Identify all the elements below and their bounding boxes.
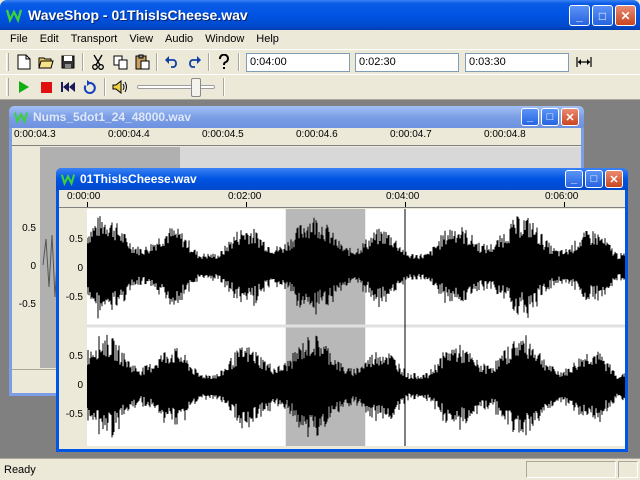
status-panel: [526, 461, 616, 478]
toolbar-grip[interactable]: [6, 53, 9, 71]
front-window-minimize-button[interactable]: _: [565, 170, 583, 188]
ruler-label: 0:04:00: [386, 191, 420, 202]
front-window-close-button[interactable]: ✕: [605, 170, 623, 188]
selection-start-field[interactable]: 0:02:30: [355, 52, 459, 72]
help-button[interactable]: [213, 51, 235, 73]
y-label: -0.5: [65, 409, 83, 420]
y-label: 0: [77, 380, 83, 391]
back-window-title: Nums_5dot1_24_48000.wav: [33, 110, 192, 124]
menu-file[interactable]: File: [4, 33, 34, 45]
y-label: 0: [30, 261, 36, 272]
menu-edit[interactable]: Edit: [34, 33, 65, 45]
menu-transport[interactable]: Transport: [65, 33, 124, 45]
fit-width-button[interactable]: [573, 51, 595, 73]
new-file-button[interactable]: [13, 51, 35, 73]
y-label: 0.5: [69, 234, 83, 245]
fit-width-arrows-icon: [576, 57, 592, 67]
redo-button[interactable]: [183, 51, 205, 73]
back-window-minimize-button[interactable]: _: [521, 108, 539, 126]
redo-arrow-icon: [189, 56, 201, 68]
ruler-label: 0:02:00: [228, 191, 262, 202]
y-label: 0: [77, 263, 83, 274]
back-window-close-button[interactable]: ✕: [561, 108, 579, 126]
play-icon: [19, 81, 29, 93]
minimize-button[interactable]: _: [569, 5, 590, 26]
toolbar-grip[interactable]: [6, 78, 9, 96]
y-label: -0.5: [65, 292, 83, 303]
loop-button[interactable]: [79, 76, 101, 98]
waveshop-app-icon: [6, 9, 22, 23]
front-waveform-area[interactable]: [86, 209, 631, 446]
front-amplitude-axis: 0.5 0 -0.5 0.5 0 -0.5: [59, 209, 87, 446]
open-file-button[interactable]: [35, 51, 57, 73]
front-waveform: [86, 209, 631, 446]
menu-window[interactable]: Window: [199, 33, 250, 45]
volume-button[interactable]: [109, 76, 131, 98]
back-window-maximize-button[interactable]: □: [541, 108, 559, 126]
undo-button[interactable]: [161, 51, 183, 73]
ruler-label: 0:00:04.5: [202, 129, 244, 140]
rewind-icon: [61, 82, 75, 92]
new-file-icon: [17, 54, 31, 70]
ruler-label: 0:06:00: [545, 191, 579, 202]
status-text: Ready: [4, 463, 36, 476]
back-window-title-bar[interactable]: Nums_5dot1_24_48000.wav _ □ ✕: [9, 106, 584, 128]
rewind-button[interactable]: [57, 76, 79, 98]
loop-icon: [83, 79, 96, 94]
front-audio-window[interactable]: 01ThisIsCheese.wav _ □ ✕ 0:00:00 0:02:00…: [56, 168, 631, 452]
menu-help[interactable]: Help: [250, 33, 285, 45]
volume-slider[interactable]: [137, 78, 215, 97]
save-disk-icon: [61, 55, 75, 69]
menu-bar: File Edit Transport View Audio Window He…: [0, 30, 640, 48]
undo-arrow-icon: [165, 56, 177, 68]
transport-toolbar: [0, 74, 640, 100]
status-resize-grip[interactable]: [618, 461, 638, 478]
back-time-ruler[interactable]: 0:00:04.3 0:00:04.4 0:00:04.5 0:00:04.6 …: [12, 128, 581, 146]
scissors-icon: [92, 54, 104, 70]
volume-slider-thumb[interactable]: [191, 78, 201, 97]
y-label: 0.5: [69, 351, 83, 362]
y-label: 0.5: [22, 223, 36, 234]
app-title: WaveShop - 01ThisIsCheese.wav: [28, 7, 248, 23]
save-button[interactable]: [57, 51, 79, 73]
stop-icon: [40, 81, 52, 93]
main-toolbar: 0:04:00 0:02:30 0:03:30: [0, 49, 640, 75]
paste-clipboard-icon: [135, 54, 149, 70]
ruler-label: 0:00:04.6: [296, 129, 338, 140]
status-bar: Ready: [0, 458, 640, 480]
cut-button[interactable]: [87, 51, 109, 73]
front-time-ruler[interactable]: 0:00:00 0:02:00 0:04:00 0:06:00: [59, 190, 625, 208]
cursor-position-field[interactable]: 0:04:00: [246, 52, 350, 72]
menu-audio[interactable]: Audio: [159, 33, 199, 45]
ruler-label: 0:00:04.8: [484, 129, 526, 140]
front-window-title: 01ThisIsCheese.wav: [80, 172, 197, 186]
close-button[interactable]: ✕: [615, 5, 636, 26]
play-button[interactable]: [13, 76, 35, 98]
open-folder-icon: [38, 57, 54, 69]
ruler-label: 0:00:04.7: [390, 129, 432, 140]
help-question-icon: [219, 54, 229, 69]
paste-button[interactable]: [131, 51, 153, 73]
copy-icon: [113, 55, 127, 69]
ruler-label: 0:00:04.4: [108, 129, 150, 140]
maximize-button[interactable]: □: [592, 5, 613, 26]
stop-button[interactable]: [35, 76, 57, 98]
front-window-maximize-button[interactable]: □: [585, 170, 603, 188]
app-title-bar[interactable]: WaveShop - 01ThisIsCheese.wav _ □ ✕: [0, 0, 640, 30]
selection-end-field[interactable]: 0:03:30: [465, 52, 569, 72]
front-window-title-bar[interactable]: 01ThisIsCheese.wav _ □ ✕: [56, 168, 628, 190]
speaker-icon: [112, 80, 127, 94]
back-amplitude-axis: 0.5 0 -0.5: [12, 147, 40, 368]
menu-view[interactable]: View: [123, 33, 159, 45]
wave-window-icon: [61, 174, 75, 186]
wave-window-icon: [14, 112, 28, 124]
ruler-label: 0:00:00: [67, 191, 101, 202]
copy-button[interactable]: [109, 51, 131, 73]
ruler-label: 0:00:04.3: [14, 129, 56, 140]
y-label: -0.5: [18, 299, 36, 310]
